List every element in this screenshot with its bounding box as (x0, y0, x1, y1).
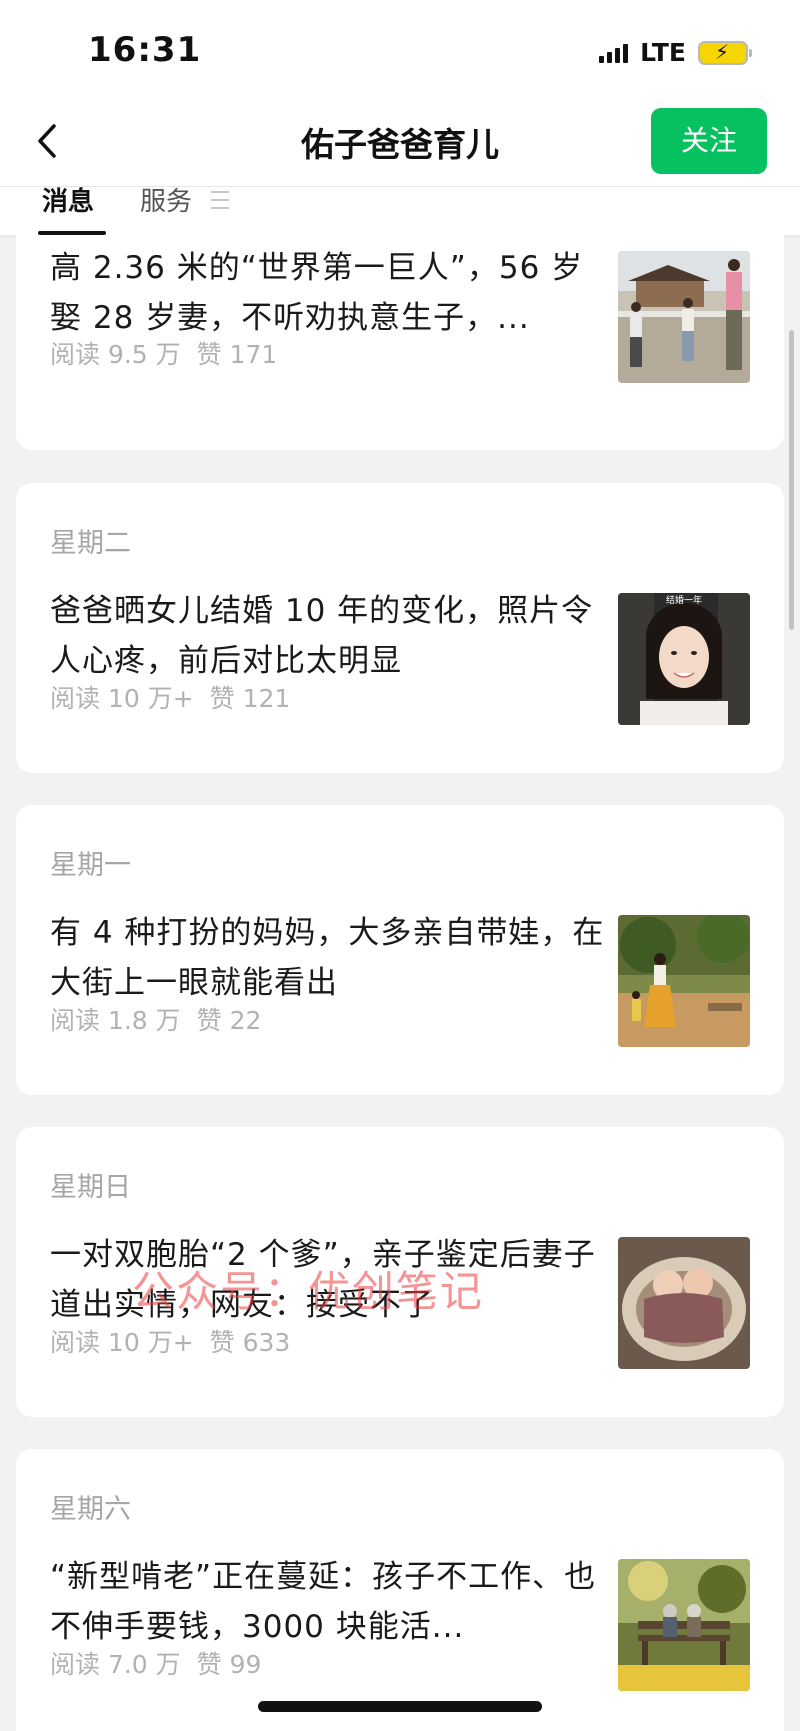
article-thumbnail[interactable]: 结婚一年 (618, 593, 750, 725)
follow-button[interactable]: 关注 (651, 108, 767, 174)
article-day: 星期六 (50, 1494, 131, 1525)
scroll-indicator[interactable] (789, 330, 794, 630)
status-time: 16:31 (88, 30, 202, 70)
like-count: 赞 121 (209, 684, 291, 713)
article-day: 星期二 (50, 528, 131, 559)
article-day: 星期日 (50, 1172, 131, 1203)
status-indicators: LTE ⚡ (599, 38, 752, 67)
article-title[interactable]: “新型啃老”正在蔓延：孩子不工作、也不伸手要钱，3000 块能活... (50, 1552, 610, 1652)
article-card[interactable]: 星期六 “新型啃老”正在蔓延：孩子不工作、也不伸手要钱，3000 块能活... … (16, 1449, 784, 1731)
article-stats: 阅读 7.0 万赞 99 (50, 1645, 261, 1681)
article-thumbnail[interactable] (618, 251, 750, 383)
status-bar: 16:31 LTE ⚡ (0, 0, 800, 96)
tab-services[interactable]: 服务 (140, 187, 192, 235)
watermark-text: 公众号：优创笔记 (132, 1267, 485, 1316)
menu-icon[interactable] (211, 191, 229, 211)
article-stats: 阅读 10 万+ 赞 121 (50, 679, 290, 715)
chevron-left-icon[interactable] (30, 118, 70, 164)
like-count: 赞 99 (196, 1650, 262, 1679)
article-card[interactable]: 高 2.36 米的“世界第一巨人”，56 岁娶 28 岁妻，不听劝执意生子，..… (16, 235, 784, 450)
article-thumbnail[interactable] (618, 1237, 750, 1369)
article-card[interactable]: 星期一 有 4 种打扮的妈妈，大多亲自带娃，在大街上一眼就能看出 阅读 1.8 … (16, 805, 784, 1095)
read-count: 阅读 7.0 万 (50, 1650, 181, 1679)
article-day: 星期一 (50, 850, 131, 881)
home-indicator[interactable] (258, 1701, 542, 1712)
read-count: 阅读 1.8 万 (50, 1006, 181, 1035)
article-stats: 阅读 9.5 万赞 171 (50, 335, 277, 371)
article-title[interactable]: 高 2.36 米的“世界第一巨人”，56 岁娶 28 岁妻，不听劝执意生子，..… (50, 243, 610, 343)
read-count: 阅读 10 万+ (50, 684, 194, 713)
tab-messages[interactable]: 消息 (42, 187, 94, 235)
article-list: 高 2.36 米的“世界第一巨人”，56 岁娶 28 岁妻，不听劝执意生子，..… (0, 235, 800, 1731)
article-list-screen: 16:31 LTE ⚡ 佑子爸爸育儿 关注 消息 服务 高 2.36 米的“世界… (0, 0, 800, 1731)
thumbnail-caption: 结婚一年 (666, 594, 702, 606)
like-count: 赞 633 (209, 1328, 291, 1357)
article-title[interactable]: 有 4 种打扮的妈妈，大多亲自带娃，在大街上一眼就能看出 (50, 908, 610, 1008)
read-count: 阅读 10 万+ (50, 1328, 194, 1357)
account-title: 佑子爸爸育儿 (301, 125, 499, 164)
nav-bar: 佑子爸爸育儿 关注 (0, 96, 800, 187)
article-stats: 阅读 1.8 万赞 22 (50, 1001, 261, 1037)
tab-bar: 消息 服务 (0, 187, 800, 235)
read-count: 阅读 9.5 万 (50, 340, 181, 369)
article-card[interactable]: 星期二 爸爸晒女儿结婚 10 年的变化，照片令人心疼，前后对比太明显 阅读 10… (16, 483, 784, 773)
signal-icon (599, 43, 629, 63)
article-thumbnail[interactable] (618, 915, 750, 1047)
article-thumbnail[interactable] (618, 1559, 750, 1691)
like-count: 赞 22 (196, 1006, 262, 1035)
network-label: LTE (640, 38, 686, 67)
article-title[interactable]: 爸爸晒女儿结婚 10 年的变化，照片令人心疼，前后对比太明显 (50, 586, 610, 686)
article-stats: 阅读 10 万+ 赞 633 (50, 1323, 290, 1359)
battery-icon: ⚡ (698, 40, 752, 65)
like-count: 赞 171 (196, 340, 278, 369)
